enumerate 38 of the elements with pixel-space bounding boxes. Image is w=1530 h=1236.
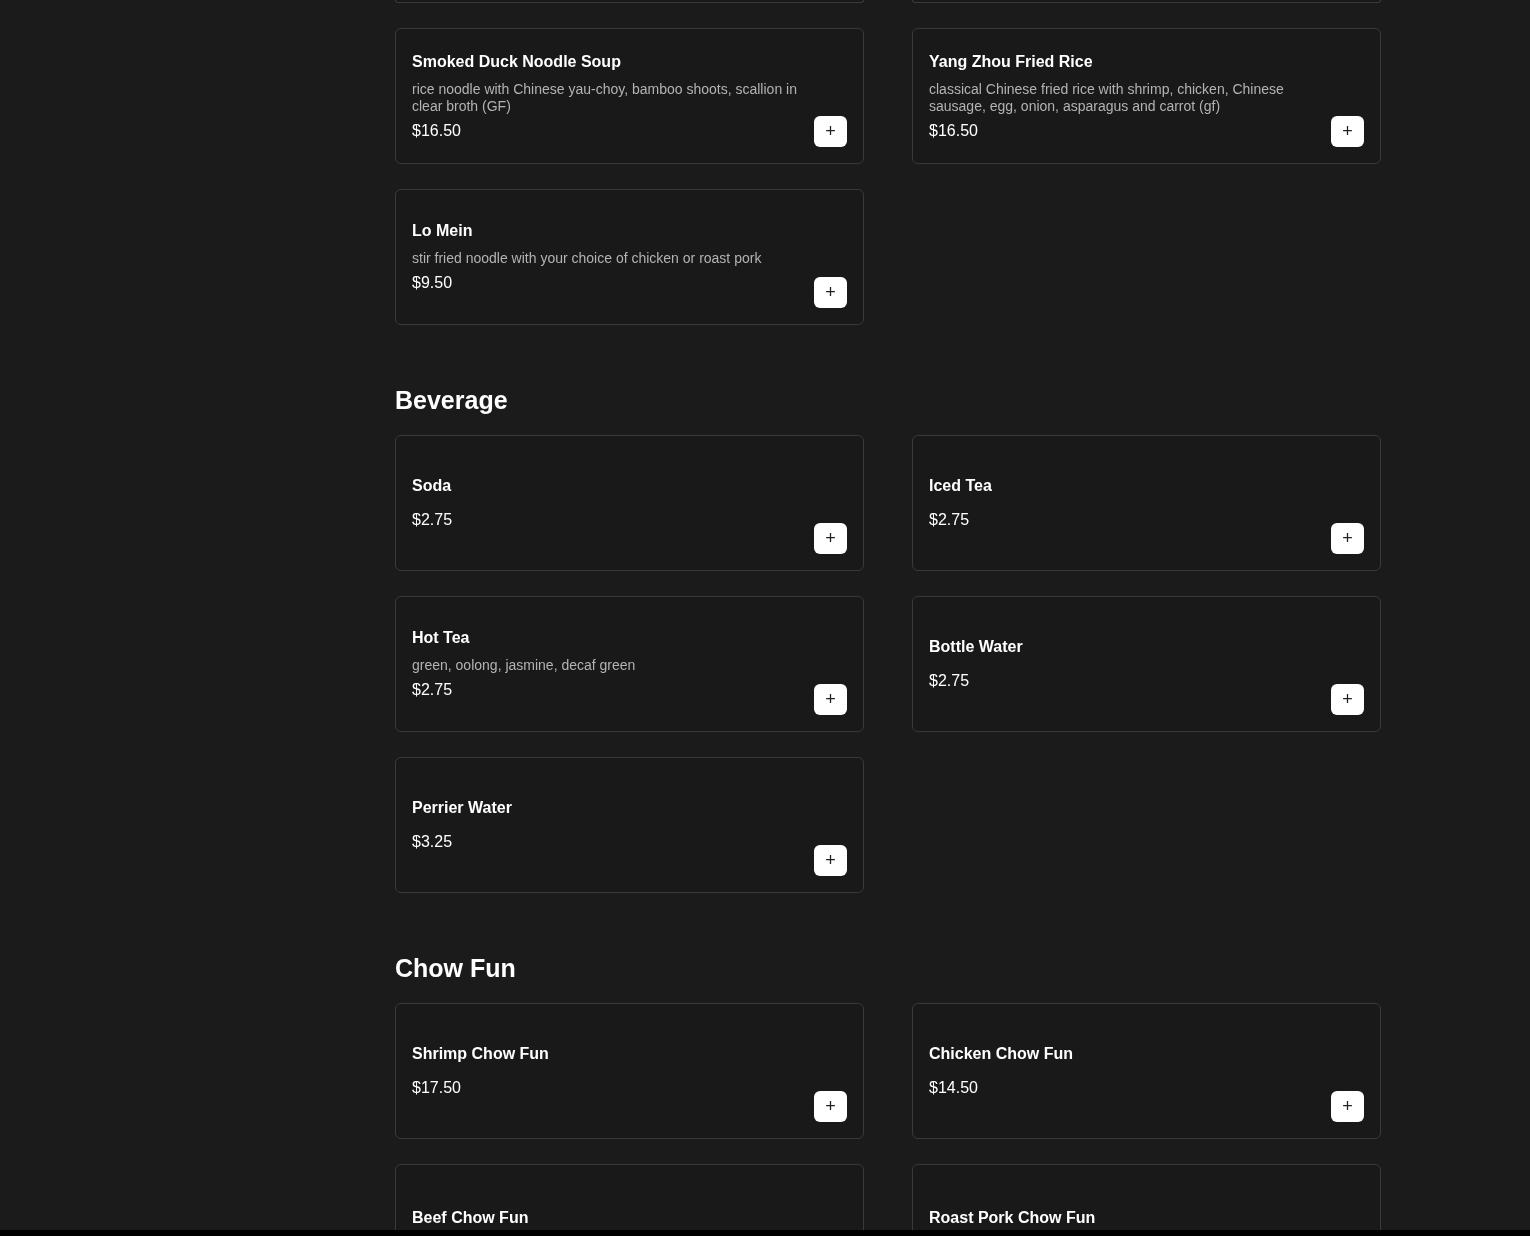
item-name: Soda: [412, 476, 453, 496]
add-button[interactable]: +: [1331, 116, 1364, 147]
item-description: green, oolong, jasmine, decaf green: [412, 657, 637, 674]
add-button[interactable]: +: [814, 684, 847, 715]
item-description: stir fried noodle with your choice of chicken or roast pork: [412, 250, 763, 267]
item-price: $2.75: [412, 510, 454, 530]
item-description: rice noodle with Chinese yau-choy, bamboo shoots, scallion in clear broth (GF): [412, 80, 798, 115]
add-button[interactable]: +: [814, 277, 847, 308]
item-description: classical Chinese fried rice with shrimp, chicken, Chinese sausage, egg, onion, asparagus and carrot (gf): [929, 80, 1285, 115]
add-button[interactable]: +: [814, 116, 847, 147]
item-name: Yang Zhou Fried Rice: [929, 51, 1094, 72]
item-price: $16.50: [412, 120, 462, 141]
item-name: Beef Chow Fun: [412, 1208, 530, 1228]
item-price: $9.50: [412, 273, 454, 293]
item-name: Hot Tea: [412, 628, 471, 648]
add-button[interactable]: +: [1331, 1091, 1364, 1122]
item-name: Shrimp Chow Fun: [412, 1044, 550, 1064]
item-name: Bottle Water: [929, 637, 1024, 657]
add-button[interactable]: +: [1331, 523, 1364, 554]
item-name: Smoked Duck Noodle Soup: [412, 51, 622, 72]
add-button[interactable]: +: [814, 523, 847, 554]
add-button[interactable]: +: [1331, 684, 1364, 715]
item-name: Roast Pork Chow Fun: [929, 1208, 1097, 1228]
item-name: Lo Mein: [412, 221, 474, 241]
add-button[interactable]: +: [814, 1091, 847, 1122]
add-button[interactable]: +: [814, 845, 847, 876]
item-price: $14.50: [929, 1078, 979, 1098]
item-price: $2.75: [929, 671, 971, 691]
section-heading: Beverage: [395, 385, 509, 415]
item-price: $3.25: [412, 832, 454, 852]
item-name: Chicken Chow Fun: [929, 1044, 1074, 1064]
item-name: Iced Tea: [929, 476, 993, 496]
section-heading: Chow Fun: [395, 953, 517, 983]
item-price: $16.50: [929, 120, 979, 141]
item-price: $17.50: [412, 1078, 462, 1098]
item-name: Perrier Water: [412, 798, 513, 818]
item-price: $2.75: [929, 510, 971, 530]
item-price: $2.75: [412, 680, 454, 700]
